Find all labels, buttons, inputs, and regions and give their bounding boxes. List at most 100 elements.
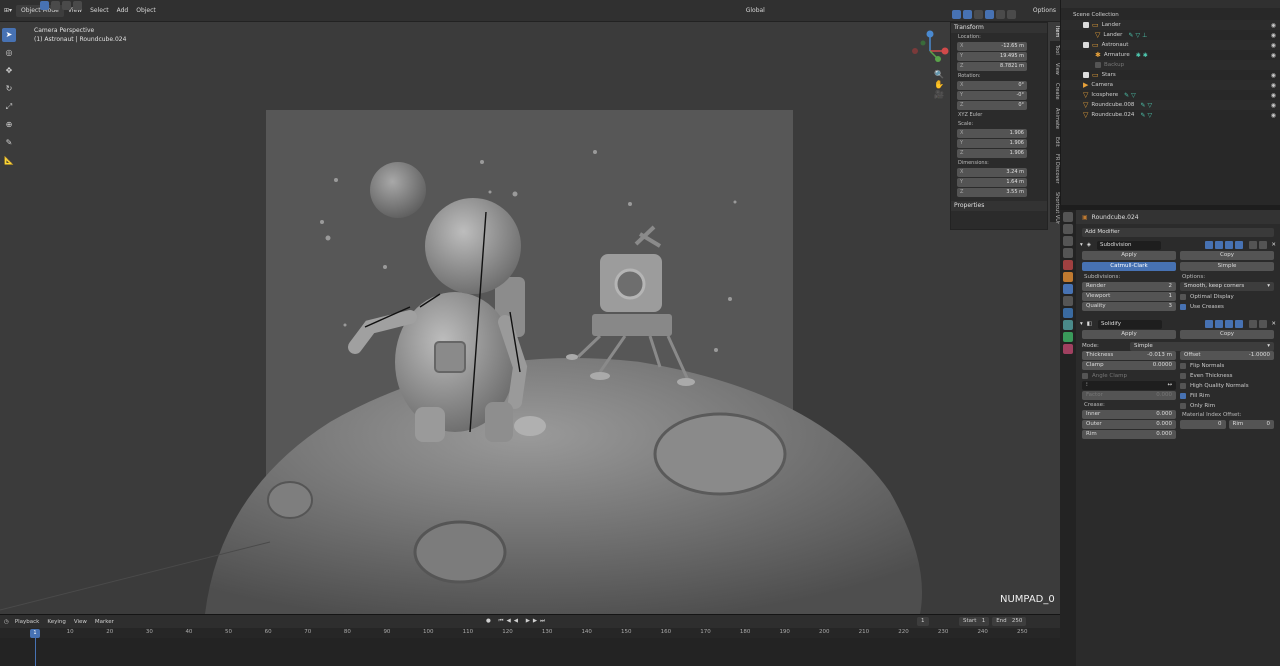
- tab-view[interactable]: View: [1050, 59, 1060, 79]
- tab-fr-discover[interactable]: FR Discover: [1050, 150, 1060, 188]
- move-up-icon[interactable]: [1249, 320, 1258, 328]
- outliner-row[interactable]: ▶ Camera ◉: [1061, 80, 1280, 90]
- editmode-icon[interactable]: [1215, 320, 1224, 328]
- pan-hand-icon[interactable]: ✋: [934, 80, 944, 90]
- outliner-row[interactable]: Backup: [1061, 60, 1280, 70]
- tab-edit[interactable]: Edit: [1050, 133, 1060, 151]
- viewport-display-icon[interactable]: [1225, 320, 1234, 328]
- zoom-icon[interactable]: 🔍: [934, 70, 944, 80]
- checkbox-icon[interactable]: [1180, 383, 1186, 389]
- xray-icon[interactable]: [963, 10, 972, 19]
- hq-normals-checkbox[interactable]: High Quality Normals: [1180, 381, 1274, 391]
- timeline-ruler[interactable]: 10 20 30 40 50 60 70 80 90 100 110 120 130 140 150 160 1…: [0, 628, 1060, 638]
- navigation-gizmo[interactable]: [905, 26, 955, 76]
- playhead[interactable]: 1: [30, 629, 40, 638]
- editor-type-icon[interactable]: ⊞▾: [0, 5, 16, 17]
- offset-field[interactable]: Offset -1.0000: [1180, 351, 1274, 360]
- properties-panel-header[interactable]: Properties: [951, 201, 1047, 211]
- outliner-row[interactable]: Scene Collection: [1061, 10, 1280, 20]
- eye-icon[interactable]: ◉: [1271, 52, 1276, 59]
- modifier-name-field[interactable]: Solidify: [1097, 319, 1162, 329]
- scale-z-field[interactable]: Z 1.906: [957, 149, 1027, 158]
- copy-button[interactable]: Copy: [1180, 251, 1274, 260]
- location-z-field[interactable]: Z 8.7821 m: [957, 62, 1027, 71]
- rotation-y-field[interactable]: Y -0°: [957, 91, 1027, 100]
- outliner-row[interactable]: ▽ Lander ✎▽⊥ ◉: [1061, 30, 1280, 40]
- viewport-levels-field[interactable]: Viewport 1: [1082, 292, 1176, 301]
- particles-tab-icon[interactable]: [1063, 296, 1073, 306]
- start-frame-field[interactable]: Start 1: [959, 617, 990, 626]
- only-rim-checkbox[interactable]: Only Rim: [1180, 401, 1274, 411]
- shading-buttons[interactable]: [952, 10, 1018, 19]
- transform-tool-icon[interactable]: ⊕: [2, 118, 16, 132]
- end-frame-field[interactable]: End 250: [992, 617, 1027, 626]
- transform-orientation[interactable]: Global: [742, 5, 769, 17]
- checkbox-icon[interactable]: [1180, 363, 1186, 369]
- eye-icon[interactable]: ◉: [1271, 22, 1276, 29]
- outliner-row[interactable]: ▭ Stars ◉: [1061, 70, 1280, 80]
- catmull-clark-toggle[interactable]: Catmull-Clark: [1082, 262, 1176, 271]
- rendered-shading-icon[interactable]: [1007, 10, 1016, 19]
- vertex-group-field[interactable]: ⁝ ↔: [1082, 381, 1176, 390]
- inner-crease-field[interactable]: Inner 0.000: [1082, 410, 1176, 419]
- select-subtract-icon[interactable]: [62, 1, 71, 10]
- eye-icon[interactable]: ◉: [1271, 102, 1276, 109]
- render-levels-field[interactable]: Render 2: [1082, 282, 1176, 291]
- viewport-display-icon[interactable]: [1225, 241, 1234, 249]
- scale-x-field[interactable]: X 1.906: [957, 129, 1027, 138]
- move-up-icon[interactable]: [1249, 241, 1258, 249]
- apply-button[interactable]: Apply: [1082, 330, 1176, 339]
- checkbox-icon[interactable]: [1180, 403, 1186, 409]
- rotation-mode-dropdown[interactable]: XYZ Euler: [951, 111, 1047, 120]
- tool-tab-icon[interactable]: [1063, 212, 1073, 222]
- constraints-tab-icon[interactable]: [1063, 320, 1073, 330]
- tab-tool[interactable]: Tool: [1050, 41, 1060, 59]
- move-down-icon[interactable]: [1259, 241, 1268, 249]
- data-tab-icon[interactable]: [1063, 332, 1073, 342]
- physics-tab-icon[interactable]: [1063, 308, 1073, 318]
- checkbox-icon[interactable]: [1083, 42, 1089, 48]
- annotate-tool-icon[interactable]: ✎: [2, 136, 16, 150]
- close-icon[interactable]: ✕: [1271, 321, 1276, 327]
- scale-y-field[interactable]: Y 1.906: [957, 139, 1027, 148]
- tab-animate[interactable]: Animate: [1050, 104, 1060, 133]
- current-frame-field[interactable]: 1: [917, 617, 929, 626]
- even-thickness-checkbox[interactable]: Even Thickness: [1180, 371, 1274, 381]
- move-tool-icon[interactable]: ✥: [2, 64, 16, 78]
- checkbox-icon[interactable]: [1083, 22, 1089, 28]
- menu-view[interactable]: View: [74, 619, 87, 625]
- optimal-display-checkbox[interactable]: Optimal Display: [1180, 292, 1274, 302]
- checkbox-icon[interactable]: [1180, 294, 1186, 300]
- select-mode-icons[interactable]: [40, 1, 84, 12]
- tab-item[interactable]: Item: [1050, 22, 1060, 42]
- checkbox-icon[interactable]: [1180, 373, 1186, 379]
- outliner-row[interactable]: ▭ Astronaut ◉: [1061, 40, 1280, 50]
- eye-icon[interactable]: ◉: [1271, 42, 1276, 49]
- options-dropdown[interactable]: Options: [1029, 5, 1060, 17]
- menu-add[interactable]: Add: [113, 5, 133, 17]
- select-tool-icon[interactable]: ➤: [2, 28, 16, 42]
- close-icon[interactable]: ✕: [1271, 242, 1276, 248]
- fill-rim-checkbox[interactable]: Fill Rim: [1180, 391, 1274, 401]
- solidify-modifier-header[interactable]: ▾ ◧ Solidify ✕: [1076, 318, 1280, 330]
- mode-dropdown[interactable]: Simple ▾: [1130, 341, 1274, 351]
- dimensions-z-field[interactable]: Z 3.55 m: [957, 188, 1027, 197]
- select-box-icon[interactable]: [40, 1, 49, 10]
- rim-crease-field[interactable]: Rim 0.000: [1082, 430, 1176, 439]
- dimensions-x-field[interactable]: X 3.24 m: [957, 168, 1027, 177]
- thickness-field[interactable]: Thickness -0.013 m: [1082, 351, 1176, 360]
- editmode-icon[interactable]: [1215, 241, 1224, 249]
- editor-type-icon[interactable]: ◷: [4, 619, 9, 625]
- move-down-icon[interactable]: [1259, 320, 1268, 328]
- camera-view-icon[interactable]: 🎥: [934, 90, 944, 100]
- outliner-row[interactable]: ▽ Roundcube.008 ✎▽ ◉: [1061, 100, 1280, 110]
- menu-object[interactable]: Object: [132, 5, 160, 17]
- playback-controls[interactable]: ● ⏮◀◀ ▶▶⏭: [486, 618, 548, 625]
- checkbox-icon[interactable]: [1082, 373, 1088, 379]
- dimensions-y-field[interactable]: Y 1.64 m: [957, 178, 1027, 187]
- add-modifier-button[interactable]: Add Modifier: [1082, 228, 1274, 237]
- subdivision-modifier-header[interactable]: ▾ ◈ Subdivision ✕: [1076, 239, 1280, 251]
- checkbox-icon[interactable]: [1180, 393, 1186, 399]
- factor-field[interactable]: Factor 0.000: [1082, 391, 1176, 400]
- collapse-icon[interactable]: ▾: [1080, 242, 1083, 248]
